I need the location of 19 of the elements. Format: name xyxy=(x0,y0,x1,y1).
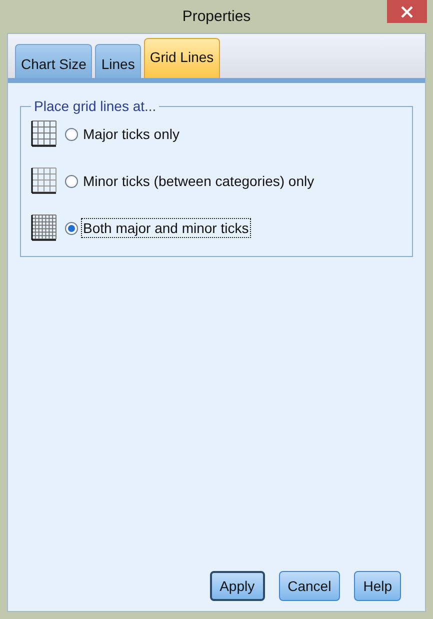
grid-icon xyxy=(31,120,57,148)
cancel-button[interactable]: Cancel xyxy=(278,571,340,601)
grid-icon xyxy=(31,214,57,242)
radio-button[interactable] xyxy=(65,222,78,234)
grid-icon xyxy=(31,167,57,195)
tab[interactable]: Grid Lines xyxy=(144,38,220,78)
tab[interactable]: Chart Size xyxy=(15,44,92,78)
option-label[interactable]: Minor ticks (between categories) only xyxy=(81,171,316,191)
apply-button[interactable]: Apply xyxy=(210,571,265,601)
help-button[interactable]: Help xyxy=(354,571,401,601)
window-title: Properties xyxy=(182,8,251,25)
option-label[interactable]: Major ticks only xyxy=(81,124,182,144)
close-button[interactable] xyxy=(387,0,427,23)
radio-button[interactable] xyxy=(65,128,78,140)
group-title: Place grid lines at... xyxy=(33,98,158,114)
tab[interactable]: Lines xyxy=(95,44,141,78)
option-label[interactable]: Both major and minor ticks xyxy=(81,218,251,238)
close-icon xyxy=(401,6,413,18)
radio-button[interactable] xyxy=(65,174,78,188)
